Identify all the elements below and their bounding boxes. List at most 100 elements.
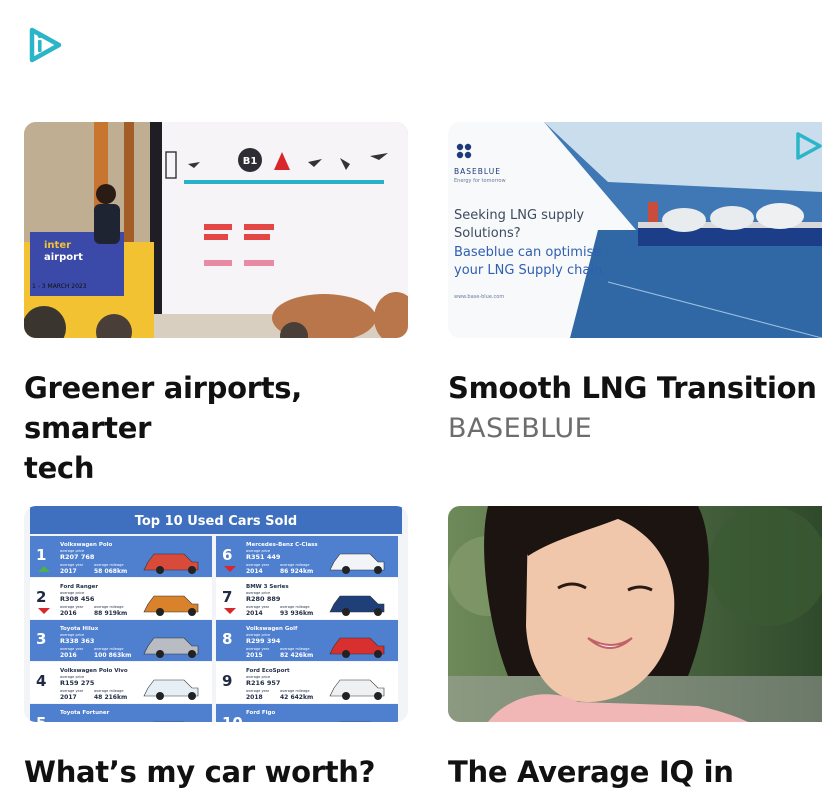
car-wheel (374, 608, 382, 616)
car-wheel (374, 650, 382, 658)
car-rank: 2 (36, 588, 46, 606)
car-mileage-label: average mileage (94, 605, 123, 609)
car-wheel (188, 650, 196, 658)
car-year-label: average year (246, 605, 270, 609)
article-title[interactable]: What’s my car worth? (24, 752, 408, 792)
used-cars-infographic: Top 10 Used Cars Sold 1 Volkswagen Polo av… (24, 506, 408, 722)
car-year-label: average year (246, 689, 270, 693)
car-year: 2017 (60, 694, 77, 701)
article-card-car-worth[interactable]: Top 10 Used Cars Sold 1 Volkswagen Polo av… (24, 506, 408, 792)
car-name: Volkswagen Golf (246, 626, 298, 632)
ad-line2: Solutions? (454, 226, 521, 241)
car-wheel (188, 692, 196, 700)
car-price: R216 957 (246, 679, 280, 687)
car-year: 2014 (246, 568, 263, 575)
car-rank: 9 (222, 672, 232, 690)
car-wheel (156, 650, 164, 658)
car-name: Volkswagen Polo (60, 542, 113, 548)
car-mileage: 42 642km (280, 694, 313, 701)
ad-line1: Seeking LNG supply (454, 208, 584, 223)
car-wheel (188, 608, 196, 616)
car-name: BMW 3 Series (246, 584, 289, 590)
car-name: Ford Figo (246, 710, 275, 716)
car-price: R351 449 (246, 553, 281, 561)
car-price: R308 456 (60, 595, 95, 603)
car-year: 2015 (246, 652, 263, 659)
car-rank: 3 (36, 630, 46, 648)
car-year: 2017 (60, 568, 77, 575)
banner-line1: inter (44, 240, 71, 251)
car-rank: 1 (36, 546, 46, 564)
sponsor-label: BASEBLUE (448, 413, 593, 444)
car-name: Ford EcoSport (246, 668, 290, 674)
car-name: Toyota Fortuner (60, 710, 110, 716)
car-mileage: 48 216km (94, 694, 127, 701)
car-year-label: average year (246, 647, 270, 651)
car-name: Mercedes-Benz C-Class (246, 542, 318, 548)
car-rank: 4 (36, 672, 46, 690)
car-mileage-label: average mileage (280, 563, 309, 567)
car-wheel (374, 566, 382, 574)
car-year-label: average year (60, 647, 84, 651)
car-mileage-label: average mileage (280, 647, 309, 651)
title-line: tech (24, 451, 95, 485)
car-year-label: average year (60, 689, 84, 693)
article-card-average-iq[interactable]: The Average IQ in (448, 506, 822, 792)
car-mileage: 88 919km (94, 610, 127, 617)
lng-ad-image: BASEBLUE Energy for tomorrow Seeking LNG… (448, 122, 822, 338)
car-rank: 8 (222, 630, 232, 648)
car-year: 2018 (246, 694, 263, 701)
car-name: Volkswagen Polo Vivo (60, 668, 128, 674)
car-rank: 5 (36, 714, 46, 722)
slide-marker: B1 (243, 156, 258, 167)
article-title[interactable]: Smooth LNG Transition (448, 368, 822, 408)
car-year-label: average year (60, 605, 84, 609)
article-thumbnail[interactable] (448, 506, 822, 722)
ad-url: www.base-blue.com (454, 294, 504, 300)
car-mileage: 100 863km (94, 652, 131, 659)
article-grid-page: B1 inter airport 1 - 3 MARCH 2023 Greene… (0, 0, 822, 792)
car-row-bg (216, 704, 398, 722)
car-row-bg (30, 704, 212, 722)
car-mileage-label: average mileage (94, 647, 123, 651)
conference-photo: B1 inter airport 1 - 3 MARCH 2023 (24, 122, 408, 338)
car-year: 2014 (246, 610, 263, 617)
article-card-lng[interactable]: BASEBLUE Energy for tomorrow Seeking LNG… (448, 122, 822, 448)
car-mileage-label: average mileage (94, 689, 123, 693)
car-wheel (188, 566, 196, 574)
car-wheel (156, 692, 164, 700)
car-price: R159 275 (60, 679, 95, 687)
car-mileage: 58 068km (94, 568, 127, 575)
ad-line4: your LNG Supply chain. (454, 263, 606, 278)
ad-tagline: Energy for tomorrow (454, 178, 506, 184)
ad-line3: Baseblue can optimise (454, 245, 601, 260)
car-year: 2016 (60, 652, 77, 659)
article-thumbnail[interactable]: Top 10 Used Cars Sold 1 Volkswagen Polo av… (24, 506, 408, 722)
article-title[interactable]: Greener airports, smarter tech (24, 368, 408, 488)
article-thumbnail[interactable]: B1 inter airport 1 - 3 MARCH 2023 (24, 122, 408, 338)
car-wheel (374, 692, 382, 700)
car-year: 2016 (60, 610, 77, 617)
car-mileage: 93 936km (280, 610, 313, 617)
car-price: R207 768 (60, 553, 95, 561)
car-name: Toyota Hilux (60, 626, 99, 632)
car-mileage-label: average mileage (280, 605, 309, 609)
car-year-label: average year (246, 563, 270, 567)
banner-date: 1 - 3 MARCH 2023 (32, 283, 87, 290)
car-rank: 7 (222, 588, 232, 606)
infographic-heading: Top 10 Used Cars Sold (135, 514, 298, 529)
car-rank: 6 (222, 546, 232, 564)
article-title[interactable]: The Average IQ in (448, 752, 822, 792)
car-mileage: 82 426km (280, 652, 313, 659)
car-wheel (156, 608, 164, 616)
car-mileage-label: average mileage (280, 689, 309, 693)
play-logo-icon[interactable] (26, 26, 64, 64)
car-year-label: average year (60, 563, 84, 567)
title-line: Greener airports, smarter (24, 371, 302, 445)
article-thumbnail[interactable]: BASEBLUE Energy for tomorrow Seeking LNG… (448, 122, 822, 338)
car-price: R338 363 (60, 637, 94, 645)
car-price: R299 394 (246, 637, 281, 645)
article-card-airports[interactable]: B1 inter airport 1 - 3 MARCH 2023 Greene… (24, 122, 408, 488)
car-mileage-label: average mileage (94, 563, 123, 567)
car-wheel (342, 692, 350, 700)
